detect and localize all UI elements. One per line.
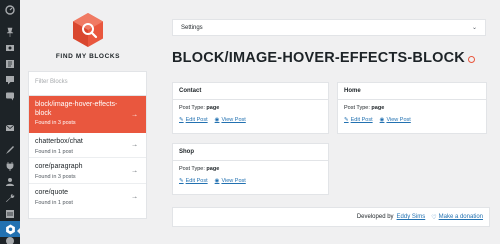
heart-icon: ♡ — [431, 214, 437, 221]
arrow-right-icon: → — [131, 167, 138, 174]
view-post-label: View Post — [386, 117, 411, 123]
block-list-item[interactable]: core/paragraph Found in 3 posts → — [29, 158, 146, 184]
edit-post-link[interactable]: ✎ Edit Post — [179, 178, 208, 184]
block-name: core/paragraph — [35, 163, 83, 170]
post-type-value: page — [206, 166, 220, 172]
view-post-label: View Post — [221, 178, 246, 184]
edit-post-label: Edit Post — [185, 178, 208, 184]
block-list-item[interactable]: chatterbox/chat Found in 1 post → — [29, 133, 146, 158]
edit-post-label: Edit Post — [185, 117, 208, 123]
block-list-item[interactable]: core/quote Found in 1 post → — [29, 184, 146, 210]
active-menu-pointer — [17, 227, 21, 235]
arrow-right-icon: → — [131, 193, 138, 201]
edit-post-label: Edit Post — [350, 117, 373, 123]
post-card: Contact Post Type: page ✎ Edit Post ◉ View… — [172, 82, 329, 134]
edit-icon: ✎ — [179, 117, 184, 123]
block-count: Found in 1 post — [35, 148, 73, 155]
chevron-down-icon: ⌄ — [471, 25, 477, 31]
post-type: Post Type: page — [179, 105, 322, 111]
block-count: Found in 1 post — [35, 199, 73, 206]
dashboard-icon[interactable] — [3, 3, 17, 17]
plugin-footer: Developed by Eddy Sims ♡ Make a donation — [172, 207, 490, 227]
developed-by-text: Developed by — [356, 214, 394, 220]
page-title: BLOCK/IMAGE-HOVER-EFFECTS-BLOCK — [172, 50, 465, 66]
comments-icon[interactable] — [3, 73, 17, 87]
post-type-value: page — [371, 105, 385, 111]
pages-icon[interactable] — [3, 57, 17, 71]
settings-icon[interactable] — [3, 207, 17, 221]
post-card-title: Home — [338, 83, 486, 100]
post-type: Post Type: page — [344, 105, 480, 111]
block-list-item[interactable]: block/image-hover-effects-block Found in… — [29, 96, 146, 133]
view-post-link[interactable]: ◉ View Post — [380, 117, 411, 123]
author-link[interactable]: Eddy Sims — [397, 214, 426, 220]
collapse-icon[interactable] — [3, 237, 17, 244]
block-count: Found in 3 posts — [35, 173, 76, 180]
view-post-link[interactable]: ◉ View Post — [215, 178, 246, 184]
eye-icon: ◉ — [214, 178, 220, 184]
block-name: chatterbox/chat — [35, 138, 83, 145]
filter-blocks-input[interactable]: Filter Blocks — [29, 72, 146, 96]
post-card: Shop Post Type: page ✎ Edit Post ◉ View Po… — [172, 143, 329, 195]
post-type-label: Post Type: — [344, 105, 370, 111]
info-icon[interactable] — [467, 55, 475, 63]
users-icon[interactable] — [3, 175, 17, 189]
post-type-value: page — [206, 105, 220, 111]
edit-post-link[interactable]: ✎ Edit Post — [344, 117, 373, 123]
arrow-right-icon: → — [131, 111, 138, 118]
mail-icon[interactable] — [3, 121, 17, 135]
arrow-right-icon: → — [131, 141, 138, 149]
view-post-label: View Post — [221, 117, 246, 123]
post-type-label: Post Type: — [179, 166, 205, 172]
edit-icon: ✎ — [179, 178, 184, 184]
find-my-blocks-logo-icon — [73, 13, 103, 47]
feedback-icon[interactable] — [3, 89, 17, 103]
post-card-title: Contact — [173, 83, 328, 100]
view-post-link[interactable]: ◉ View Post — [215, 117, 246, 123]
edit-icon: ✎ — [344, 117, 349, 123]
settings-label: Settings — [181, 24, 203, 31]
donation-link[interactable]: Make a donation — [439, 214, 483, 220]
plugins-icon[interactable] — [3, 159, 17, 173]
block-name: block/image-hover-effects-block — [35, 101, 118, 117]
post-type-label: Post Type: — [179, 105, 205, 111]
page-title-row: BLOCK/IMAGE-HOVER-EFFECTS-BLOCK — [172, 50, 475, 66]
appearance-icon[interactable] — [3, 143, 17, 157]
settings-toggle[interactable]: Settings ⌄ — [172, 19, 486, 36]
pin-icon[interactable] — [3, 25, 17, 39]
block-count: Found in 3 posts — [35, 120, 76, 126]
edit-post-link[interactable]: ✎ Edit Post — [179, 117, 208, 123]
media-icon[interactable] — [3, 41, 17, 55]
eye-icon: ◉ — [214, 117, 220, 123]
app-logo: FIND MY BLOCKS — [28, 12, 148, 68]
post-card-title: Shop — [173, 144, 328, 161]
eye-icon: ◉ — [379, 117, 385, 123]
post-type: Post Type: page — [179, 166, 322, 172]
block-list-panel: Filter Blocks block/image-hover-effects-… — [28, 71, 147, 219]
admin-menu — [0, 0, 21, 244]
tools-icon[interactable] — [3, 191, 17, 205]
app-name: FIND MY BLOCKS — [55, 53, 121, 60]
block-name: core/quote — [35, 189, 69, 196]
post-card: Home Post Type: page ✎ Edit Post ◉ View Po… — [337, 82, 487, 134]
